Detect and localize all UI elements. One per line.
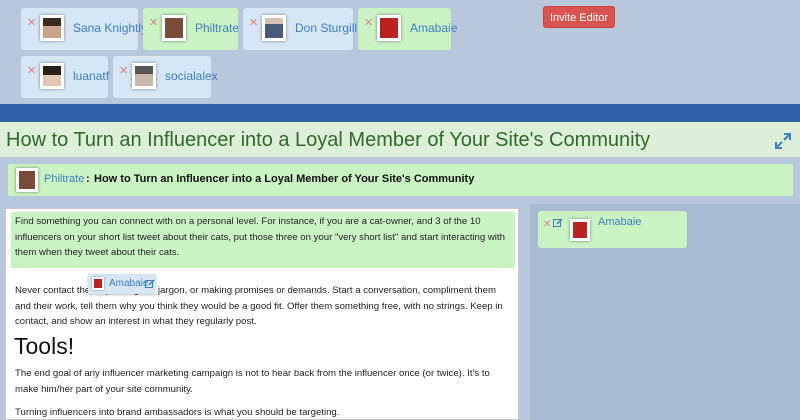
editor-name[interactable]: Sana Knightly: [73, 21, 147, 35]
active-editor-name[interactable]: Amabaie: [598, 216, 641, 228]
edit-icon[interactable]: [553, 218, 563, 228]
avatar: [40, 63, 64, 89]
editor-name[interactable]: luanatf: [73, 69, 109, 83]
editor-chip-socialalex[interactable]: ✕ socialalex: [113, 56, 218, 98]
collaborator-cursor: Amabaie: [88, 274, 156, 294]
avatar: [92, 277, 104, 290]
close-icon[interactable]: ✕: [249, 18, 258, 29]
editor-chip-philtrate[interactable]: ✕ Philtrate: [143, 8, 239, 50]
active-editor-chip[interactable]: ✕ Amabaie: [538, 211, 687, 248]
header-separator: :: [86, 173, 90, 185]
editor-name[interactable]: Don Sturgill: [295, 21, 357, 35]
editor-name[interactable]: Philtrate: [195, 21, 239, 35]
close-icon[interactable]: ✕: [149, 18, 158, 29]
editor-chip-don-sturgill[interactable]: ✕ Don Sturgill: [243, 8, 357, 50]
paragraph-3[interactable]: The end goal of any influencer marketing…: [15, 366, 511, 397]
editor-chip-luanatf[interactable]: ✕ luanatf: [21, 56, 109, 98]
document-editor[interactable]: Find something you can connect with on a…: [5, 208, 519, 420]
editor-name[interactable]: Amabaie: [410, 21, 457, 35]
avatar: [570, 219, 590, 241]
avatar: [377, 15, 401, 41]
editor-name[interactable]: socialalex: [165, 69, 218, 83]
close-icon[interactable]: ✕: [543, 219, 551, 230]
close-icon[interactable]: ✕: [27, 66, 36, 77]
author-link[interactable]: Philtrate: [44, 173, 84, 185]
section-heading[interactable]: Tools!: [14, 333, 74, 360]
editor-list: ✕ Sana Knightly ✕ Philtrate ✕ Don Sturgi…: [0, 0, 800, 104]
page-title: How to Turn an Influencer into a Loyal M…: [6, 129, 651, 151]
paragraph-4[interactable]: Turning influencers into brand ambassado…: [15, 405, 511, 419]
close-icon[interactable]: ✕: [364, 18, 373, 29]
collaborator-name: Amabaie: [109, 278, 149, 289]
document-title: How to Turn an Influencer into a Loyal M…: [94, 173, 475, 185]
edit-icon: [145, 279, 155, 288]
title-bar: How to Turn an Influencer into a Loyal M…: [0, 122, 800, 157]
document-header: Philtrate : How to Turn an Influencer in…: [8, 164, 793, 196]
expand-icon[interactable]: [774, 132, 792, 150]
avatar: [262, 15, 286, 41]
invite-editor-button[interactable]: Invite Editor: [543, 6, 615, 28]
accent-bar: [0, 104, 800, 122]
close-icon[interactable]: ✕: [119, 66, 128, 77]
paragraph-1[interactable]: Find something you can connect with on a…: [15, 214, 511, 261]
avatar: [40, 15, 64, 41]
editor-chip-amabaie[interactable]: ✕ Amabaie: [358, 8, 457, 50]
editor-chip-sana-knightly[interactable]: ✕ Sana Knightly: [21, 8, 147, 50]
avatar: [162, 15, 186, 41]
avatar: [132, 63, 156, 89]
close-icon[interactable]: ✕: [27, 18, 36, 29]
avatar: [16, 168, 38, 192]
